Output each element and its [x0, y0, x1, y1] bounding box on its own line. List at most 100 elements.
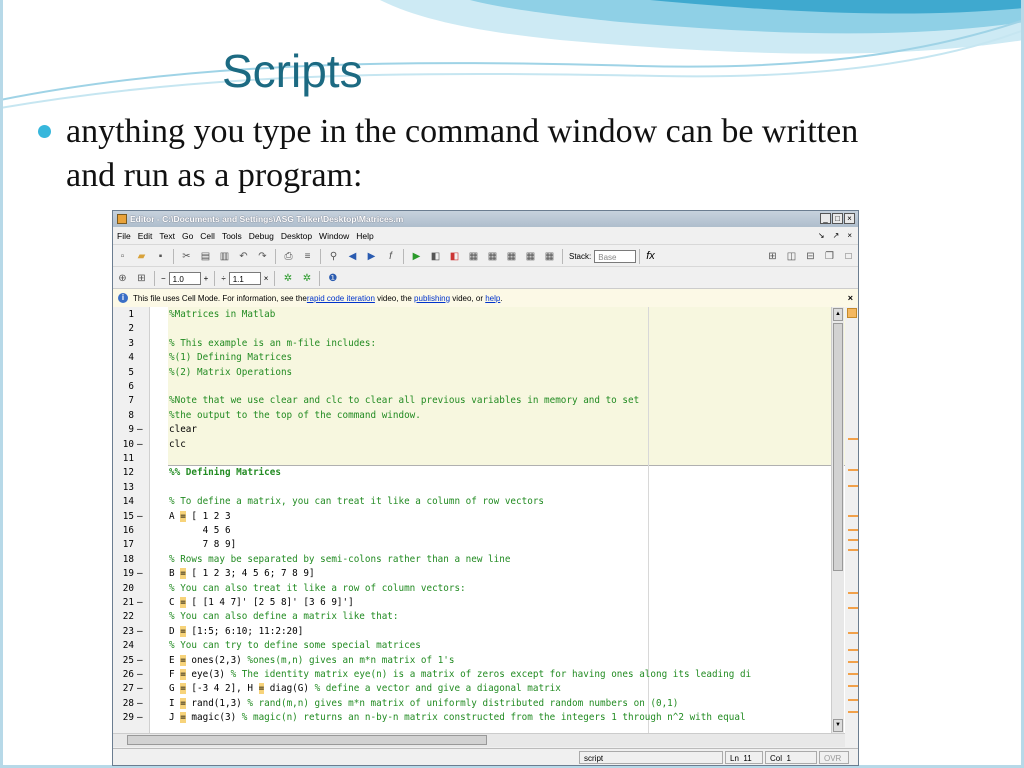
code-line[interactable]: 5 %(2) Matrix Operations [113, 366, 845, 380]
code-line[interactable]: 4 %(1) Defining Matrices [113, 351, 845, 365]
code-line[interactable]: 13 [113, 481, 845, 495]
breakpoint-marker[interactable]: – [137, 697, 143, 711]
menu-file[interactable]: File [117, 231, 131, 241]
code-line[interactable]: 14 % To define a matrix, you can treat it… [113, 495, 845, 509]
breakpoint-marker[interactable]: – [137, 596, 143, 610]
breakpoint-marker[interactable]: – [137, 567, 143, 581]
info-close-button[interactable]: × [848, 293, 853, 303]
dock-icon[interactable]: ↘ [818, 231, 825, 240]
undock-icon[interactable]: ↗ [833, 231, 840, 240]
breakpoint-marker[interactable]: – [137, 510, 143, 524]
save-icon[interactable]: ▪ [154, 250, 167, 263]
code-line[interactable]: 8 %the output to the top of the command w… [113, 409, 845, 423]
code-line[interactable]: 9– clear [113, 423, 845, 437]
code-line[interactable]: 19– B = [ 1 2 3; 4 5 6; 7 8 9] [113, 567, 845, 581]
undo-icon[interactable]: ↶ [237, 250, 250, 263]
mlint-warning-marker[interactable] [848, 485, 858, 487]
vertical-scrollbar[interactable]: ▲ ▼ [831, 307, 844, 733]
mlint-warning-marker[interactable] [848, 469, 858, 471]
new-file-icon[interactable]: ▫ [116, 250, 129, 263]
code-line[interactable]: 7 %Note that we use clear and clc to clea… [113, 394, 845, 408]
breakpoint-marker[interactable]: – [137, 668, 143, 682]
forward-icon[interactable]: ▶ [365, 250, 378, 263]
mlint-warning-marker[interactable] [848, 685, 858, 687]
multiply-button[interactable]: × [264, 274, 269, 283]
cell-layout-icon[interactable]: ⊞ [135, 272, 148, 285]
run-icon[interactable]: ▶ [410, 250, 423, 263]
breakpoint-marker[interactable]: – [137, 711, 143, 725]
evaluate-cell-icon[interactable]: ✲ [281, 272, 294, 285]
publishing-link[interactable]: publishing [414, 294, 450, 303]
comment-icon[interactable]: ≡ [301, 250, 314, 263]
code-line[interactable]: 15– A = [ 1 2 3 [113, 510, 845, 524]
mlint-warning-marker[interactable] [848, 549, 858, 551]
breakpoint-marker[interactable]: – [137, 438, 143, 452]
maximize-layout-icon[interactable]: □ [842, 250, 855, 263]
exit-debug-icon[interactable]: ▦ [543, 250, 556, 263]
breakpoint-marker[interactable]: – [137, 654, 143, 668]
vertical-scroll-thumb[interactable] [833, 323, 843, 571]
code-line[interactable]: 23– D = [1:5; 6:10; 11:2:20] [113, 625, 845, 639]
code-editor[interactable]: 1 %Matrices in Matlab 2 3% This example is … [113, 307, 845, 733]
scroll-up-icon[interactable]: ▲ [833, 308, 843, 321]
mlint-warning-marker[interactable] [848, 515, 858, 517]
menu-edit[interactable]: Edit [138, 231, 153, 241]
code-line[interactable]: 25– E = ones(2,3) %ones(m,n) gives an m*n… [113, 654, 845, 668]
code-line[interactable]: 27– G = [-3 4 2], H = diag(G) % define a … [113, 682, 845, 696]
code-line[interactable]: 17 7 8 9] [113, 538, 845, 552]
code-line[interactable]: 6 [113, 380, 845, 394]
rapid-code-iteration-link[interactable]: rapid code iteration [307, 294, 375, 303]
tile-layout-icon[interactable]: ⊞ [766, 250, 779, 263]
code-line[interactable]: 20 % You can also treat it like a row of … [113, 582, 845, 596]
multiply-value-input[interactable]: 1.1 [228, 271, 261, 285]
code-line[interactable]: 2 [113, 322, 845, 336]
mlint-warning-marker[interactable] [848, 529, 858, 531]
menu-text[interactable]: Text [159, 231, 175, 241]
decrement-button[interactable]: − [161, 274, 166, 283]
horizontal-scroll-thumb[interactable] [127, 735, 487, 745]
scroll-down-icon[interactable]: ▼ [833, 719, 843, 732]
mlint-warning-marker[interactable] [848, 711, 858, 713]
code-line[interactable]: 26– F = eye(3) % The identity matrix eye(… [113, 668, 845, 682]
step-in-icon[interactable]: ▦ [486, 250, 499, 263]
print-icon[interactable]: ⎙ [282, 250, 295, 263]
paste-icon[interactable]: ▥ [218, 250, 231, 263]
mlint-warning-marker[interactable] [848, 673, 858, 675]
mlint-warning-marker[interactable] [848, 539, 858, 541]
code-line[interactable]: 10– clc [113, 438, 845, 452]
code-line[interactable]: 24 % You can try to define some special m… [113, 639, 845, 653]
code-line[interactable]: 22 % You can also define a matrix like th… [113, 610, 845, 624]
menu-window[interactable]: Window [319, 231, 349, 241]
help-link[interactable]: help [485, 294, 500, 303]
mlint-warning-marker[interactable] [848, 607, 858, 609]
code-line[interactable]: 3 % This example is an m-file includes: [113, 337, 845, 351]
mlint-warning-marker[interactable] [848, 699, 858, 701]
evaluate-advance-icon[interactable]: ✲ [300, 272, 313, 285]
menu-cell[interactable]: Cell [200, 231, 215, 241]
mlint-warning-marker[interactable] [848, 438, 858, 440]
split-horizontal-icon[interactable]: ⊟ [804, 250, 817, 263]
mlint-warning-marker[interactable] [848, 661, 858, 663]
float-layout-icon[interactable]: ❐ [823, 250, 836, 263]
menu-debug[interactable]: Debug [249, 231, 274, 241]
open-folder-icon[interactable]: ▰ [135, 250, 148, 263]
maximize-button[interactable]: □ [832, 213, 843, 224]
editor-titlebar[interactable]: Editor - C:\Documents and Settings\ASG T… [113, 211, 858, 227]
stack-select[interactable]: Base [594, 249, 637, 263]
fx-icon[interactable]: fx [646, 250, 655, 262]
code-line[interactable]: 21– C = [ [1 4 7]' [2 5 8]' [3 6 9]'] [113, 596, 845, 610]
find-icon[interactable]: ⚲ [327, 250, 340, 263]
menu-desktop[interactable]: Desktop [281, 231, 312, 241]
divide-button[interactable]: ÷ [221, 274, 225, 283]
code-line[interactable]: 16 4 5 6 [113, 524, 845, 538]
minimize-button[interactable]: _ [820, 213, 831, 224]
menu-go[interactable]: Go [182, 231, 193, 241]
code-line[interactable]: 12 %% Defining Matrices [113, 466, 845, 480]
clear-breakpoint-icon[interactable]: ◧ [448, 250, 461, 263]
step-icon[interactable]: ▦ [467, 250, 480, 263]
menu-tools[interactable]: Tools [222, 231, 242, 241]
mlint-warning-marker[interactable] [848, 649, 858, 651]
mlint-warning-marker[interactable] [848, 632, 858, 634]
code-line[interactable]: 1 %Matrices in Matlab [113, 308, 845, 322]
code-line[interactable]: 11 [113, 452, 845, 466]
